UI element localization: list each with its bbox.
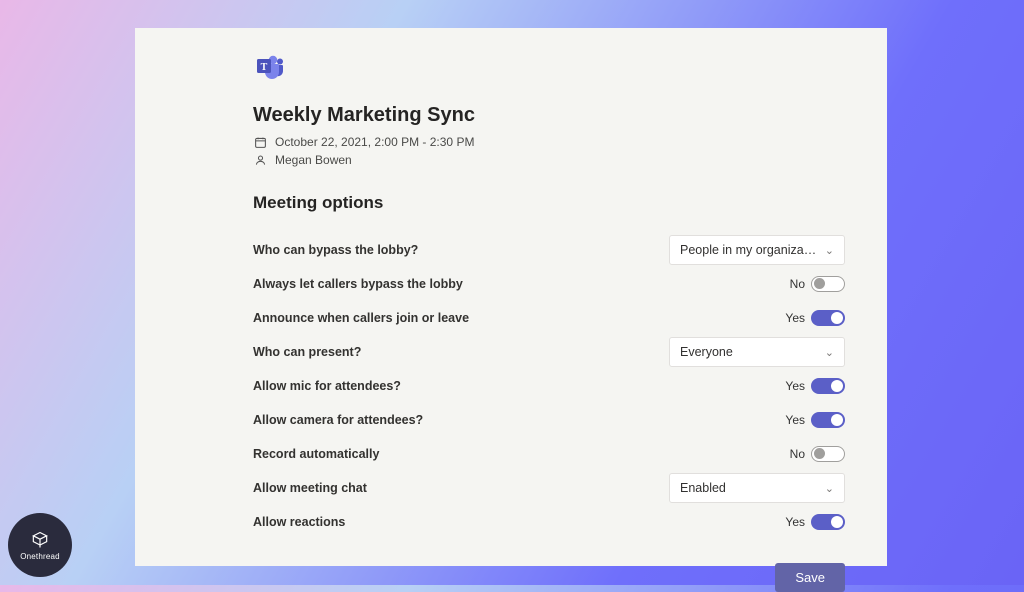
select-value: Everyone: [680, 345, 819, 359]
calendar-icon: [253, 135, 267, 149]
announce-toggle[interactable]: [811, 310, 845, 326]
chevron-down-icon: ⌄: [825, 482, 834, 495]
brand-badge: Onethread: [8, 513, 72, 577]
allow-mic-toggle[interactable]: [811, 378, 845, 394]
meeting-datetime-row: October 22, 2021, 2:00 PM - 2:30 PM: [253, 135, 845, 149]
option-label: Record automatically: [253, 447, 379, 461]
meeting-options-card: T Weekly Marketing Sync October 22, 2021…: [135, 28, 887, 566]
toggle-label: Yes: [785, 311, 805, 325]
meeting-organizer: Megan Bowen: [275, 153, 352, 167]
option-label: Who can bypass the lobby?: [253, 243, 418, 257]
option-label: Allow mic for attendees?: [253, 379, 401, 393]
bypass-lobby-select[interactable]: People in my organization and gu... ⌄: [669, 235, 845, 265]
option-label: Always let callers bypass the lobby: [253, 277, 463, 291]
meeting-organizer-row: Megan Bowen: [253, 153, 845, 167]
meeting-datetime: October 22, 2021, 2:00 PM - 2:30 PM: [275, 135, 474, 149]
option-callers-bypass: Always let callers bypass the lobby No: [253, 269, 845, 299]
select-value: Enabled: [680, 481, 819, 495]
brand-badge-text: Onethread: [20, 552, 60, 561]
save-button[interactable]: Save: [775, 563, 845, 592]
record-toggle[interactable]: [811, 446, 845, 462]
box-icon: [30, 530, 50, 550]
chevron-down-icon: ⌄: [825, 346, 834, 359]
section-title: Meeting options: [253, 193, 845, 213]
person-icon: [253, 153, 267, 167]
chevron-down-icon: ⌄: [825, 244, 834, 257]
svg-text:T: T: [261, 62, 268, 73]
option-allow-cam: Allow camera for attendees? Yes: [253, 405, 845, 435]
reactions-toggle[interactable]: [811, 514, 845, 530]
present-select[interactable]: Everyone ⌄: [669, 337, 845, 367]
option-present: Who can present? Everyone ⌄: [253, 337, 845, 367]
allow-cam-toggle[interactable]: [811, 412, 845, 428]
chat-select[interactable]: Enabled ⌄: [669, 473, 845, 503]
toggle-label: No: [790, 447, 805, 461]
toggle-label: Yes: [785, 413, 805, 427]
option-bypass-lobby: Who can bypass the lobby? People in my o…: [253, 235, 845, 265]
option-label: Allow reactions: [253, 515, 345, 529]
option-record: Record automatically No: [253, 439, 845, 469]
option-reactions: Allow reactions Yes: [253, 507, 845, 537]
option-chat: Allow meeting chat Enabled ⌄: [253, 473, 845, 503]
toggle-label: No: [790, 277, 805, 291]
toggle-label: Yes: [785, 515, 805, 529]
teams-logo-icon: T: [253, 50, 285, 82]
option-label: Who can present?: [253, 345, 361, 359]
option-label: Allow camera for attendees?: [253, 413, 423, 427]
option-allow-mic: Allow mic for attendees? Yes: [253, 371, 845, 401]
meeting-title: Weekly Marketing Sync: [253, 104, 845, 127]
select-value: People in my organization and gu...: [680, 243, 819, 257]
option-label: Announce when callers join or leave: [253, 311, 469, 325]
option-announce: Announce when callers join or leave Yes: [253, 303, 845, 333]
callers-bypass-toggle[interactable]: [811, 276, 845, 292]
option-label: Allow meeting chat: [253, 481, 367, 495]
toggle-label: Yes: [785, 379, 805, 393]
